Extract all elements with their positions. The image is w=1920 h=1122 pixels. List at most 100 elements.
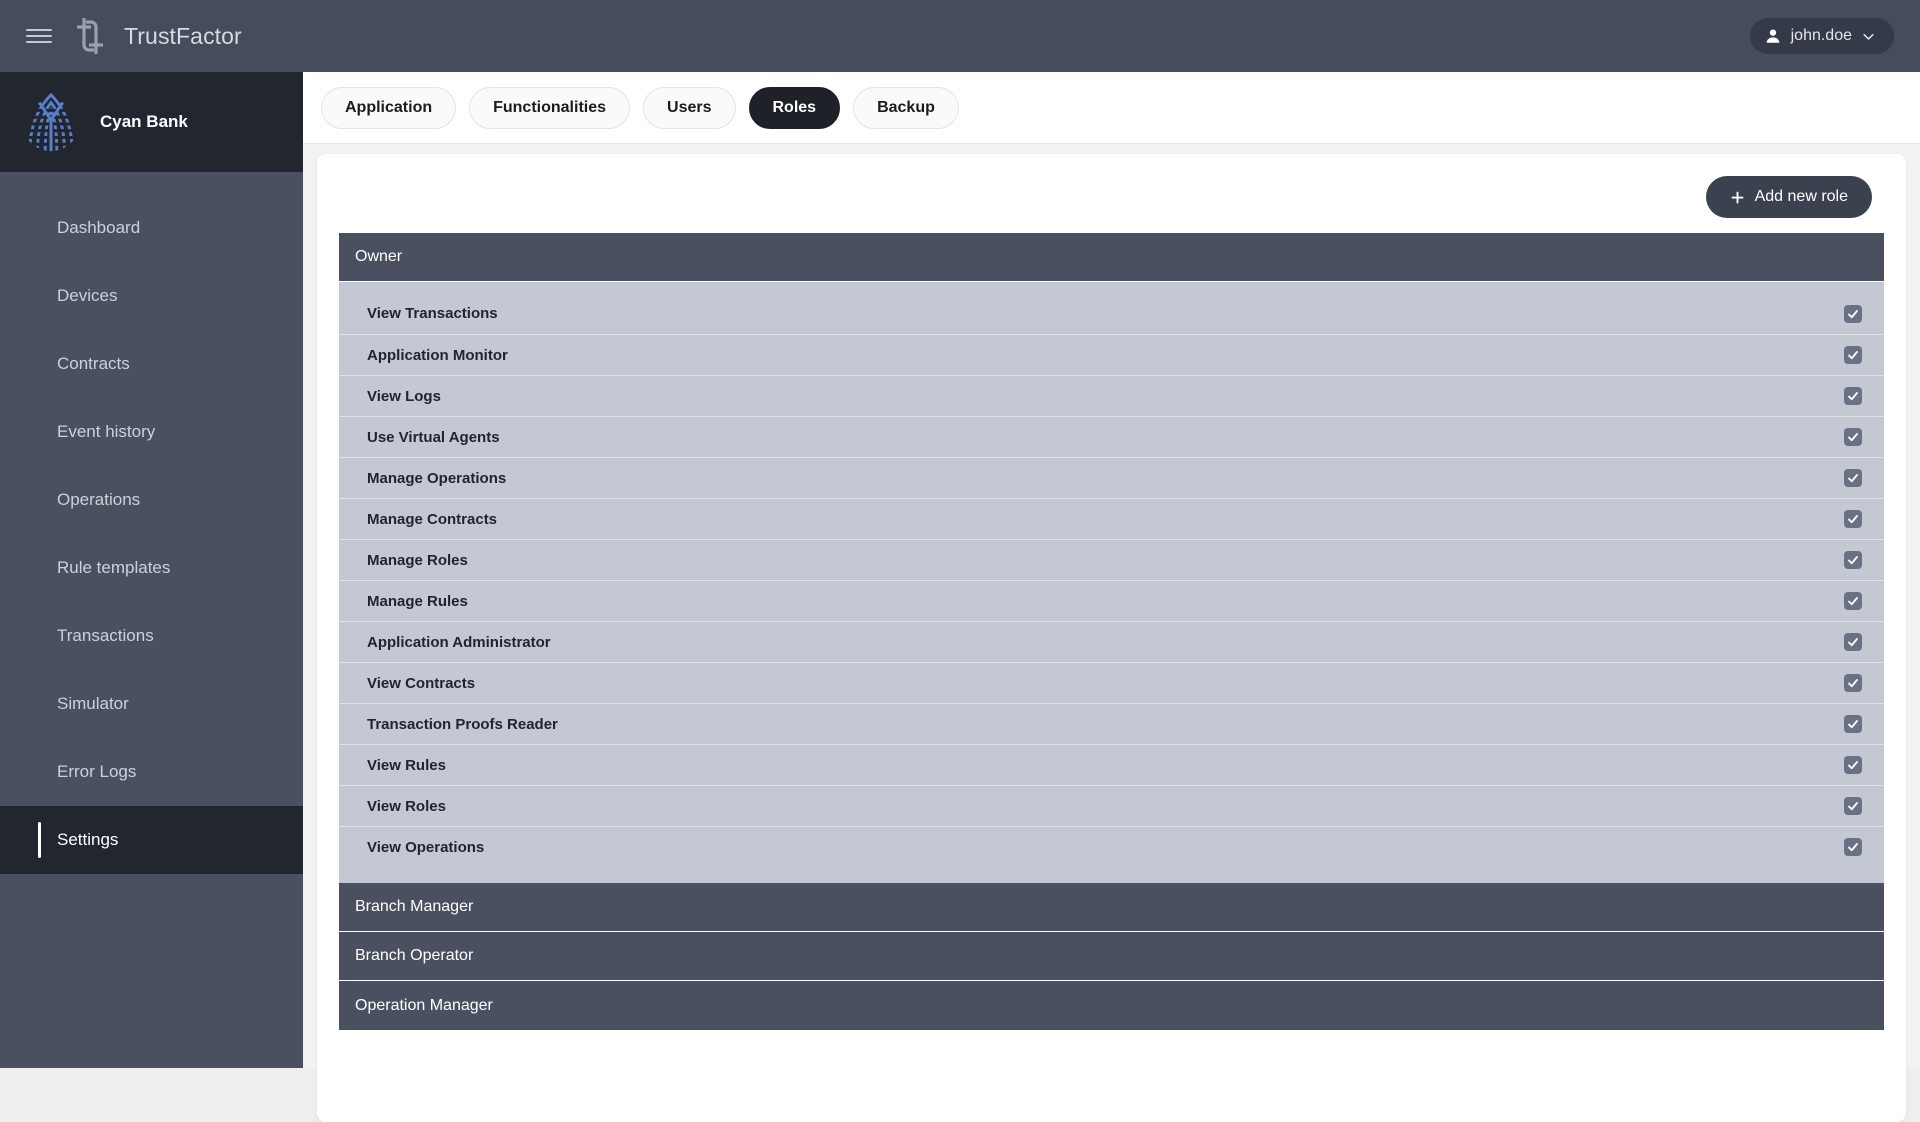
sidebar-item-transactions[interactable]: Transactions <box>0 602 303 670</box>
permission-row[interactable]: View Operations <box>339 826 1884 867</box>
org-header[interactable]: Cyan Bank <box>0 72 303 172</box>
user-menu-button[interactable]: john.doe <box>1749 18 1894 54</box>
check-icon <box>1848 309 1858 318</box>
permission-label: View Roles <box>367 797 446 815</box>
permission-checkbox[interactable] <box>1844 551 1862 569</box>
permission-checkbox[interactable] <box>1844 304 1862 323</box>
role-header[interactable]: Branch Manager <box>339 883 1884 932</box>
permission-checkbox[interactable] <box>1844 633 1862 651</box>
permission-row[interactable]: View Roles <box>339 785 1884 826</box>
sidebar-item-label: Settings <box>57 830 119 849</box>
role-name: Owner <box>355 248 403 265</box>
permission-row[interactable]: Manage Roles <box>339 539 1884 580</box>
permission-row[interactable]: Manage Rules <box>339 580 1884 621</box>
permission-checkbox[interactable] <box>1844 592 1862 610</box>
permission-row[interactable]: View Logs <box>339 375 1884 416</box>
check-icon <box>1848 474 1858 483</box>
permission-checkbox[interactable] <box>1844 469 1862 487</box>
role-header[interactable]: Owner <box>339 233 1884 282</box>
permission-row[interactable]: Transaction Proofs Reader <box>339 703 1884 744</box>
permission-label: Transaction Proofs Reader <box>367 715 558 733</box>
sidebar-item-event-history[interactable]: Event history <box>0 398 303 466</box>
add-new-role-button[interactable]: Add new role <box>1705 176 1872 218</box>
permission-row[interactable]: Manage Operations <box>339 457 1884 498</box>
role-name: Branch Manager <box>355 898 474 915</box>
permission-checkbox[interactable] <box>1844 756 1862 774</box>
permission-label: Application Monitor <box>367 346 508 364</box>
check-icon <box>1848 638 1858 647</box>
sidebar-item-error-logs[interactable]: Error Logs <box>0 738 303 806</box>
check-icon <box>1848 433 1858 442</box>
role-header[interactable]: Branch Operator <box>339 932 1884 981</box>
sidebar-item-label: Contracts <box>57 354 130 373</box>
tab-backup[interactable]: Backup <box>853 86 959 129</box>
role-header[interactable]: Operation Manager <box>339 981 1884 1030</box>
permission-label: View Contracts <box>367 674 476 692</box>
hamburger-icon[interactable] <box>26 26 52 46</box>
trustfactor-logo-icon <box>77 18 103 54</box>
tab-roles[interactable]: Roles <box>748 86 841 129</box>
permission-checkbox[interactable] <box>1844 838 1862 856</box>
sidebar-item-label: Transactions <box>57 626 154 645</box>
role-group: Operation Manager <box>339 981 1884 1030</box>
top-bar: TrustFactor john.doe <box>0 0 1920 72</box>
sidebar-item-devices[interactable]: Devices <box>0 262 303 330</box>
check-icon <box>1848 761 1858 770</box>
sidebar-item-label: Devices <box>57 286 118 305</box>
permission-checkbox[interactable] <box>1844 428 1862 446</box>
check-icon <box>1848 515 1858 524</box>
permission-label: View Transactions <box>367 305 498 322</box>
permission-row[interactable]: View Contracts <box>339 662 1884 703</box>
permission-row[interactable]: Application Monitor <box>339 334 1884 375</box>
permission-label: View Logs <box>367 387 441 405</box>
permission-checkbox[interactable] <box>1844 510 1862 528</box>
user-name: john.doe <box>1790 27 1852 44</box>
sidebar-item-rule-templates[interactable]: Rule templates <box>0 534 303 602</box>
permission-checkbox[interactable] <box>1844 715 1862 733</box>
sidebar-item-contracts[interactable]: Contracts <box>0 330 303 398</box>
main-content: Application Functionalities Users Roles … <box>303 72 1920 1122</box>
permission-row[interactable]: Use Virtual Agents <box>339 416 1884 457</box>
permission-checkbox[interactable] <box>1844 797 1862 815</box>
roles-panel: Add new role Owner View Transactions Appli… <box>317 154 1906 1122</box>
cyan-bank-logo-icon <box>21 92 81 152</box>
sidebar-item-settings[interactable]: Settings <box>0 806 303 874</box>
permission-row[interactable]: Application Administrator <box>339 621 1884 662</box>
role-group: Branch Operator <box>339 932 1884 981</box>
permission-checkbox[interactable] <box>1844 346 1862 364</box>
tab-application[interactable]: Application <box>321 86 457 129</box>
sidebar-item-dashboard[interactable]: Dashboard <box>0 194 303 262</box>
tab-users[interactable]: Users <box>643 86 736 129</box>
permission-label: Manage Rules <box>367 592 468 610</box>
plus-icon <box>1731 191 1744 203</box>
sidebar-item-label: Operations <box>57 490 141 509</box>
permission-row[interactable]: View Transactions <box>339 293 1884 334</box>
permission-row[interactable]: View Rules <box>339 744 1884 785</box>
check-icon <box>1848 720 1858 729</box>
sidebar-item-label: Dashboard <box>57 218 141 237</box>
permission-checkbox[interactable] <box>1844 674 1862 692</box>
user-avatar-icon <box>1766 29 1779 43</box>
panel-toolbar: Add new role <box>337 176 1886 233</box>
permission-row[interactable]: Manage Contracts <box>339 498 1884 539</box>
check-icon <box>1848 351 1858 360</box>
tab-bar: Application Functionalities Users Roles … <box>303 72 1920 144</box>
check-icon <box>1848 597 1858 606</box>
check-icon <box>1848 556 1858 565</box>
check-icon <box>1848 802 1858 811</box>
permission-label: Manage Operations <box>367 469 507 487</box>
permission-label: View Rules <box>367 756 446 774</box>
sidebar-item-operations[interactable]: Operations <box>0 466 303 534</box>
sidebar-item-label: Simulator <box>57 694 129 713</box>
role-name: Branch Operator <box>355 947 474 964</box>
role-group: Branch Manager <box>339 883 1884 932</box>
app-title: TrustFactor <box>124 22 242 49</box>
check-icon <box>1848 843 1858 852</box>
role-permissions-list: View Transactions Application Monitor View… <box>339 282 1884 883</box>
tab-functionalities[interactable]: Functionalities <box>469 86 631 129</box>
sidebar-item-simulator[interactable]: Simulator <box>0 670 303 738</box>
chevron-down-icon <box>1863 33 1874 40</box>
permission-label: View Operations <box>367 838 485 856</box>
sidebar-nav: Dashboard Devices Contracts Event histor… <box>0 172 303 874</box>
permission-checkbox[interactable] <box>1844 387 1862 405</box>
